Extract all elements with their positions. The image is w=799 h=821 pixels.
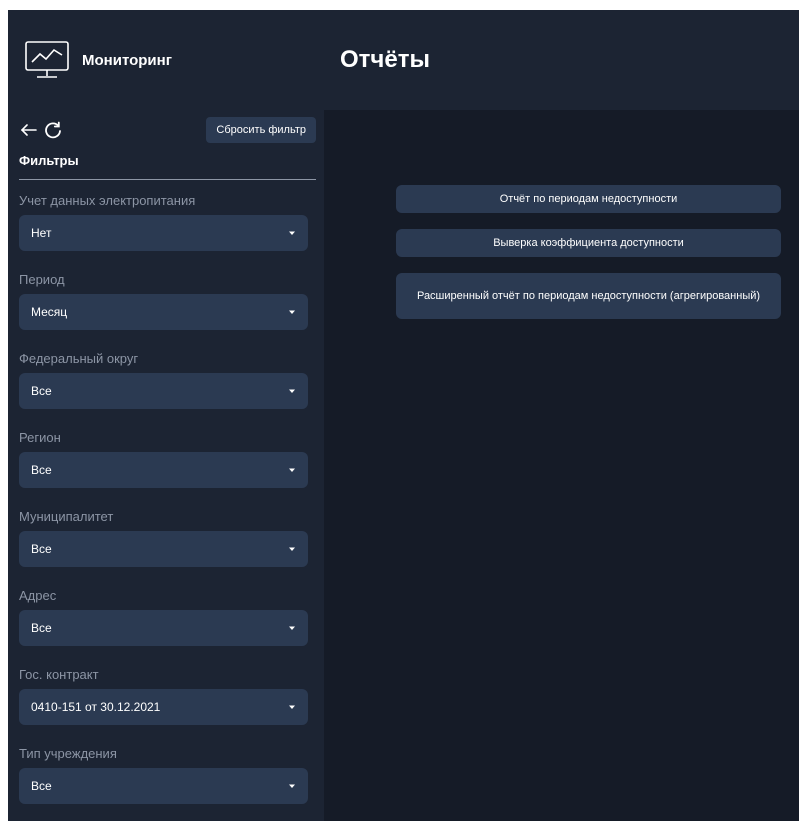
- filter-label: Период: [19, 272, 65, 287]
- filter-region: Регион Все: [19, 417, 308, 488]
- extended-unavailability-report-button[interactable]: Расширенный отчёт по периодам недоступно…: [396, 273, 781, 319]
- period-select[interactable]: Месяц: [19, 294, 308, 330]
- filter-label: Тип учреждения: [19, 746, 117, 761]
- select-value: Все: [31, 463, 52, 477]
- filter-sidebar: Сбросить фильтр Фильтры Учет данных элек…: [8, 110, 324, 821]
- address-select[interactable]: Все: [19, 610, 308, 646]
- filter-municipality: Муниципалитет Все: [19, 496, 308, 567]
- chevron-down-icon: [289, 626, 295, 630]
- filter-federal-district: Федеральный округ Все: [19, 338, 308, 409]
- contract-select[interactable]: 0410-151 от 30.12.2021: [19, 689, 308, 725]
- filter-address: Адрес Все: [19, 575, 308, 646]
- nav-icons: [19, 120, 63, 140]
- power-accounting-select[interactable]: Нет: [19, 215, 308, 251]
- filter-power-accounting: Учет данных электропитания Нет: [19, 180, 308, 251]
- municipality-select[interactable]: Все: [19, 531, 308, 567]
- reports-panel: Отчёт по периодам недоступности Выверка …: [324, 110, 799, 821]
- chevron-down-icon: [289, 389, 295, 393]
- chevron-down-icon: [289, 231, 295, 235]
- filter-contract: Гос. контракт 0410-151 от 30.12.2021: [19, 654, 308, 725]
- brand[interactable]: Мониторинг: [8, 10, 324, 110]
- availability-coefficient-button[interactable]: Выверка коэффициента доступности: [396, 229, 781, 257]
- filter-label: Гос. контракт: [19, 667, 99, 682]
- select-value: Все: [31, 384, 52, 398]
- filter-period: Период Месяц: [19, 259, 308, 330]
- chevron-down-icon: [289, 705, 295, 709]
- page-title: Отчёты: [340, 46, 430, 73]
- select-value: Все: [31, 621, 52, 635]
- arrow-left-icon[interactable]: [19, 120, 39, 140]
- chevron-down-icon: [289, 784, 295, 788]
- reset-filter-button[interactable]: Сбросить фильтр: [206, 117, 316, 143]
- topbar: Отчёты: [324, 10, 799, 110]
- filters-title: Фильтры: [19, 153, 79, 168]
- select-value: 0410-151 от 30.12.2021: [31, 700, 161, 714]
- select-value: Все: [31, 542, 52, 556]
- federal-district-select[interactable]: Все: [19, 373, 308, 409]
- select-value: Нет: [31, 226, 52, 240]
- refresh-icon[interactable]: [43, 120, 63, 140]
- filter-label: Федеральный округ: [19, 351, 139, 366]
- brand-name: Мониторинг: [82, 51, 172, 69]
- select-value: Все: [31, 779, 52, 793]
- app-window: Мониторинг Отчёты Сбросить фильтр Фильтр…: [8, 10, 799, 821]
- filter-label: Муниципалитет: [19, 509, 114, 524]
- region-select[interactable]: Все: [19, 452, 308, 488]
- filter-label: Учет данных электропитания: [19, 193, 196, 208]
- filter-label: Адрес: [19, 588, 57, 603]
- chevron-down-icon: [289, 310, 295, 314]
- unavailability-report-button[interactable]: Отчёт по периодам недоступности: [396, 185, 781, 213]
- monitor-chart-icon: [25, 41, 69, 78]
- chevron-down-icon: [289, 547, 295, 551]
- sidebar-toolbar: Сбросить фильтр: [19, 111, 316, 149]
- filter-label: Регион: [19, 430, 61, 445]
- chevron-down-icon: [289, 468, 295, 472]
- institution-type-select[interactable]: Все: [19, 768, 308, 804]
- select-value: Месяц: [31, 305, 68, 319]
- filter-institution-type: Тип учреждения Все: [19, 733, 308, 804]
